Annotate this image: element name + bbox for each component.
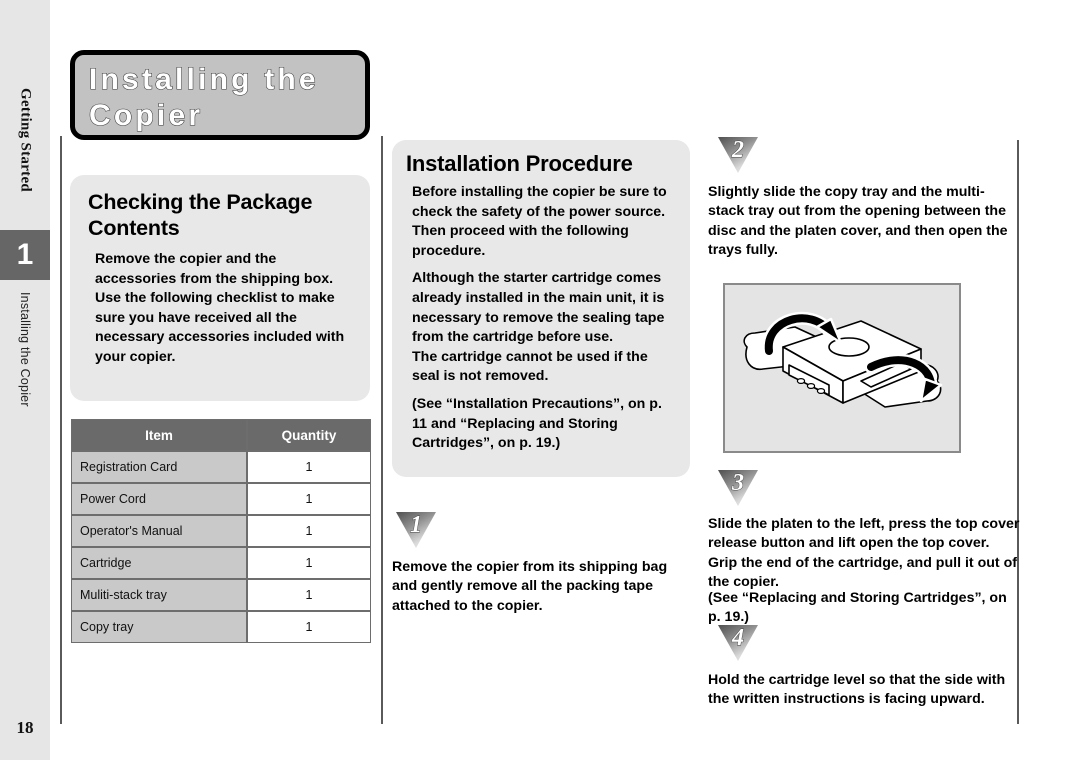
- table-row: Muliti-stack tray 1: [70, 578, 372, 612]
- installation-procedure-panel: Installation Procedure Before installing…: [392, 140, 690, 477]
- table-cell-quantity: 1: [246, 450, 372, 484]
- table-cell-item: Muliti-stack tray: [70, 578, 248, 612]
- step-marker-4: 4: [718, 625, 758, 661]
- table-cell-quantity: 1: [246, 514, 372, 548]
- procedure-paragraph-4: (See “Installation Precautions”, on p. 1…: [412, 395, 662, 452]
- table-row: Registration Card 1: [70, 450, 372, 484]
- table-cell-quantity: 1: [246, 546, 372, 580]
- step-text-3: Slide the platen to the left, press the …: [708, 516, 1020, 591]
- table-cell-item: Registration Card: [70, 450, 248, 484]
- copier-open-trays-icon: [743, 311, 943, 408]
- table-header-row: Item Quantity: [70, 418, 372, 452]
- procedure-paragraph-1: Before installing the copier be sure to …: [412, 184, 667, 259]
- step-text-2: Slightly slide the copy tray and the mul…: [708, 184, 1008, 259]
- step-number-2: 2: [732, 137, 745, 164]
- chapter-banner: Installing the Copier: [70, 50, 370, 140]
- sidebar-chapter-title: Getting Started: [0, 50, 50, 230]
- table-row: Power Cord 1: [70, 482, 372, 516]
- table-cell-quantity: 1: [246, 482, 372, 516]
- table-row: Copy tray 1: [70, 610, 372, 644]
- step-text-3-reference: (See “Replacing and Storing Cartridges”,…: [708, 590, 1007, 626]
- sidebar-chapter-tab-number: 1: [0, 230, 50, 280]
- left-margin-sidebar: Getting Started 1 Installing the Copier …: [0, 0, 50, 760]
- table-cell-item: Power Cord: [70, 482, 248, 516]
- step-marker-3: 3: [718, 470, 758, 506]
- step-text-1: Remove the copier from its shipping bag …: [392, 559, 668, 614]
- table-row: Cartridge 1: [70, 546, 372, 580]
- step-number-4: 4: [732, 625, 745, 652]
- step-marker-2: 2: [718, 137, 758, 173]
- sidebar-chapter-title-text: Getting Started: [17, 87, 34, 193]
- sidebar-section-title-text: Installing the Copier: [18, 292, 32, 407]
- step-marker-1: 1: [396, 512, 436, 548]
- column-divider-middle: [381, 136, 383, 724]
- table-cell-quantity: 1: [246, 578, 372, 612]
- sidebar-section-title: Installing the Copier: [0, 292, 50, 462]
- table-row: Operator's Manual 1: [70, 514, 372, 548]
- procedure-paragraph-3: The cartridge cannot be used if the seal…: [412, 348, 648, 385]
- step-number-1: 1: [410, 512, 423, 539]
- table-header-quantity: Quantity: [246, 418, 372, 452]
- column-divider-left: [60, 136, 62, 724]
- procedure-paragraph-2: Although the starter cartridge comes alr…: [412, 270, 665, 346]
- table-header-item: Item: [70, 418, 248, 452]
- table-cell-quantity: 1: [246, 610, 372, 644]
- table-cell-item: Cartridge: [70, 546, 248, 580]
- installation-procedure-heading: Installation Procedure: [406, 151, 633, 176]
- copier-illustration: [723, 283, 961, 453]
- step-text-4: Hold the cartridge level so that the sid…: [708, 672, 1006, 708]
- chapter-banner-line-1: Installing the: [88, 62, 319, 96]
- page-number: 18: [16, 718, 34, 737]
- table-cell-item: Operator's Manual: [70, 514, 248, 548]
- package-contents-panel: Checking the Package Contents Remove the…: [70, 175, 370, 401]
- chapter-banner-line-2: Copier: [88, 98, 204, 132]
- package-contents-heading: Checking the Package Contents: [88, 190, 313, 240]
- step-number-3: 3: [732, 470, 745, 497]
- package-contents-body: Remove the copier and the accessories fr…: [95, 251, 345, 365]
- package-contents-table: Item Quantity Registration Card 1 Power …: [70, 418, 372, 644]
- table-cell-item: Copy tray: [70, 610, 248, 644]
